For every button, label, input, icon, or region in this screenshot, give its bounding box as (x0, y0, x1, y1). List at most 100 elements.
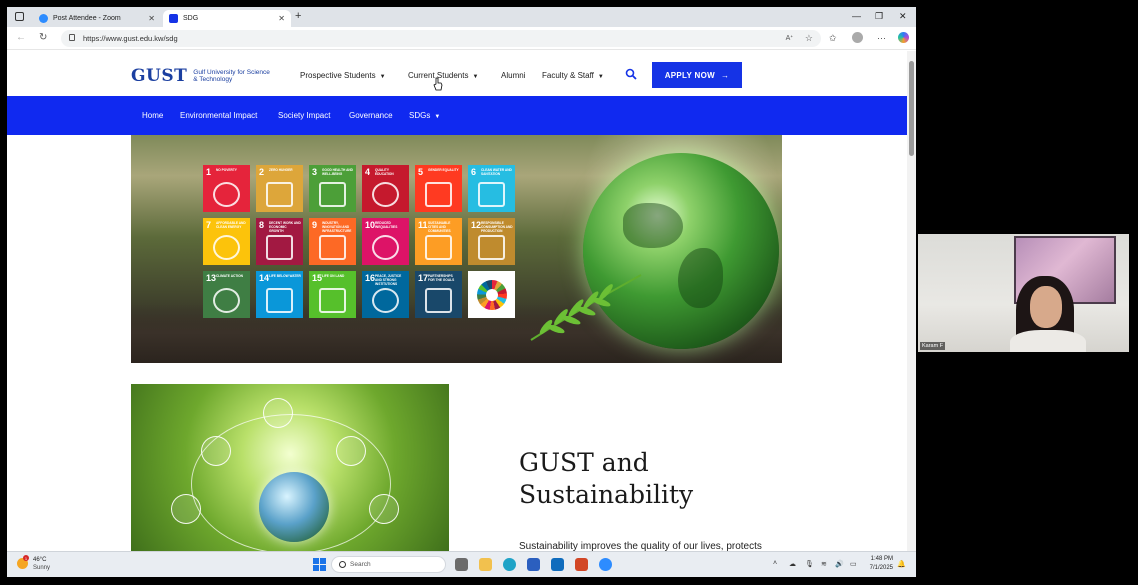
taskbar-search[interactable]: Search (331, 556, 446, 573)
globe-image (259, 472, 329, 542)
notification-bell-icon[interactable]: 🔔 (897, 560, 906, 568)
file-explorer-icon[interactable] (479, 558, 492, 571)
clock-time[interactable]: 1:48 PM (863, 556, 893, 562)
powerpoint-icon[interactable] (575, 558, 588, 571)
minimize-icon[interactable]: — (852, 11, 861, 21)
battery-icon (171, 494, 201, 524)
volume-icon[interactable]: 🔊 (835, 560, 844, 568)
back-icon[interactable]: ← (16, 32, 26, 43)
sdg-tile-9: 9 Industry, innovation and infrastructure (309, 218, 356, 265)
sdg-tile-1: 1 No poverty (203, 165, 250, 212)
sdg-tile-13: 13 Climate action (203, 271, 250, 318)
profile-avatar[interactable] (852, 32, 863, 43)
windows-taskbar: 1 46°C Sunny Search ˄ ☁ 🎙 ≋ 🔊 ▭ 1:48 PM … (7, 551, 916, 577)
web-page: GUST Gulf University for Science & Techn… (7, 51, 907, 551)
read-aloud-icon[interactable]: Aᐩ (786, 34, 793, 42)
gust-favicon (169, 14, 178, 23)
zoom-taskbar-icon[interactable] (599, 558, 612, 571)
logo-subtitle: Gulf University for Science & Technology (193, 68, 270, 84)
favorite-star-icon[interactable]: ☆ (805, 33, 813, 44)
sun-icon (263, 398, 293, 428)
sdg-tile-11: 11 Sustainable cities and communities (415, 218, 462, 265)
favorites-icon[interactable]: ✩ (829, 33, 837, 44)
clock-date[interactable]: 7/1/2025 (863, 565, 893, 571)
search-icon[interactable] (625, 68, 637, 80)
sdg-number: 17 (418, 273, 429, 283)
more-options-icon[interactable]: ··· (877, 33, 886, 43)
sdg-goal-icon (319, 182, 346, 207)
sdg-goal-icon (266, 288, 293, 313)
sdg-goal-icon (372, 235, 399, 260)
tab-bar: Post Attendee - Zoom ✕ SDG ✕ + — ❐ ✕ (7, 7, 916, 27)
weather-temperature[interactable]: 46°C (33, 557, 46, 563)
nav-label: Alumni (501, 71, 526, 80)
subnav-environmental-impact[interactable]: Environmental Impact (180, 111, 257, 120)
sdg-title: Decent work and economic growth (269, 221, 301, 233)
url-text: https://www.gust.edu.kw/sdg (83, 34, 178, 43)
title-line: Sustainability (519, 480, 694, 509)
sdg-goal-icon (425, 235, 452, 260)
search-icon (339, 561, 346, 568)
store-icon[interactable] (527, 558, 540, 571)
tab-actions-icon[interactable] (15, 12, 24, 21)
start-button[interactable] (313, 558, 326, 571)
close-window-icon[interactable]: ✕ (899, 11, 907, 22)
close-icon[interactable]: ✕ (148, 14, 155, 23)
edge-browser-icon[interactable] (503, 558, 516, 571)
sdg-goal-icon (425, 288, 452, 313)
sdg-goal-icon (213, 182, 240, 207)
sdg-tile-15: 15 Life on land (309, 271, 356, 318)
sdg-goal-icon (478, 182, 505, 207)
refresh-icon[interactable]: ↻ (39, 32, 47, 43)
sdg-tile-7: 7 Affordable and clean energy (203, 218, 250, 265)
search-placeholder: Search (350, 561, 371, 568)
subnav-sdgs[interactable]: SDGs ▼ (409, 111, 440, 120)
weather-condition[interactable]: Sunny (33, 565, 50, 571)
oil-pump-icon (336, 436, 366, 466)
copilot-icon[interactable] (898, 32, 909, 43)
video-participant-tile[interactable]: Karam F (918, 234, 1129, 352)
sdg-title: Responsible consumption and production (481, 221, 513, 233)
subnav-society-impact[interactable]: Society Impact (278, 111, 330, 120)
nav-alumni[interactable]: Alumni (501, 71, 525, 80)
continent-shape (678, 248, 723, 308)
chevron-down-icon: ▼ (472, 74, 479, 80)
chevron-up-icon[interactable]: ˄ (773, 560, 777, 567)
cloud-icon[interactable]: ☁ (789, 560, 796, 568)
mic-icon[interactable]: 🎙 (805, 560, 814, 568)
sdg-tile-17: 17 Partnerships for the goals (415, 271, 462, 318)
close-icon[interactable]: ✕ (278, 14, 285, 23)
tab-sdg[interactable]: SDG ✕ (163, 10, 291, 27)
sdg-goal-icon (425, 182, 452, 207)
battery-tray-icon[interactable]: ▭ (850, 560, 857, 568)
new-tab-button[interactable]: + (295, 10, 301, 22)
scrollbar-thumb[interactable] (909, 61, 914, 156)
chevron-down-icon: ▼ (597, 74, 604, 80)
url-field[interactable]: https://www.gust.edu.kw/sdg Aᐩ ☆ (61, 30, 821, 47)
sdg-title: Clean water and sanitation (481, 168, 512, 176)
task-view-icon[interactable] (455, 558, 468, 571)
sdg-title: No poverty (216, 168, 237, 172)
scrollbar[interactable] (907, 51, 916, 551)
subnav-governance[interactable]: Governance (349, 111, 393, 120)
subnav-home[interactable]: Home (142, 111, 163, 120)
nav-current-students[interactable]: Current Students ▼ (408, 71, 478, 80)
tab-zoom[interactable]: Post Attendee - Zoom ✕ (33, 10, 161, 27)
sdg-number: 16 (365, 273, 376, 283)
sdg-goal-icon (372, 182, 399, 207)
sdg-number: 6 (471, 167, 477, 177)
sdg-tile-10: 10 Reduced inequalities (362, 218, 409, 265)
apply-now-button[interactable]: APPLY NOW → (652, 62, 742, 88)
sdg-number: 9 (312, 220, 318, 230)
gust-logo[interactable]: GUST Gulf University for Science & Techn… (131, 66, 273, 86)
sdg-tile-14: 14 Life below water (256, 271, 303, 318)
wifi-icon[interactable]: ≋ (821, 560, 827, 568)
sdg-number: 12 (471, 220, 482, 230)
sdg-goal-icon (319, 235, 346, 260)
nav-prospective-students[interactable]: Prospective Students ▼ (300, 71, 386, 80)
nav-faculty-staff[interactable]: Faculty & Staff ▼ (542, 71, 604, 80)
lock-icon (69, 34, 75, 41)
restore-icon[interactable]: ❐ (875, 11, 883, 22)
nav-label: Faculty & Staff (542, 71, 594, 80)
outlook-icon[interactable] (551, 558, 564, 571)
